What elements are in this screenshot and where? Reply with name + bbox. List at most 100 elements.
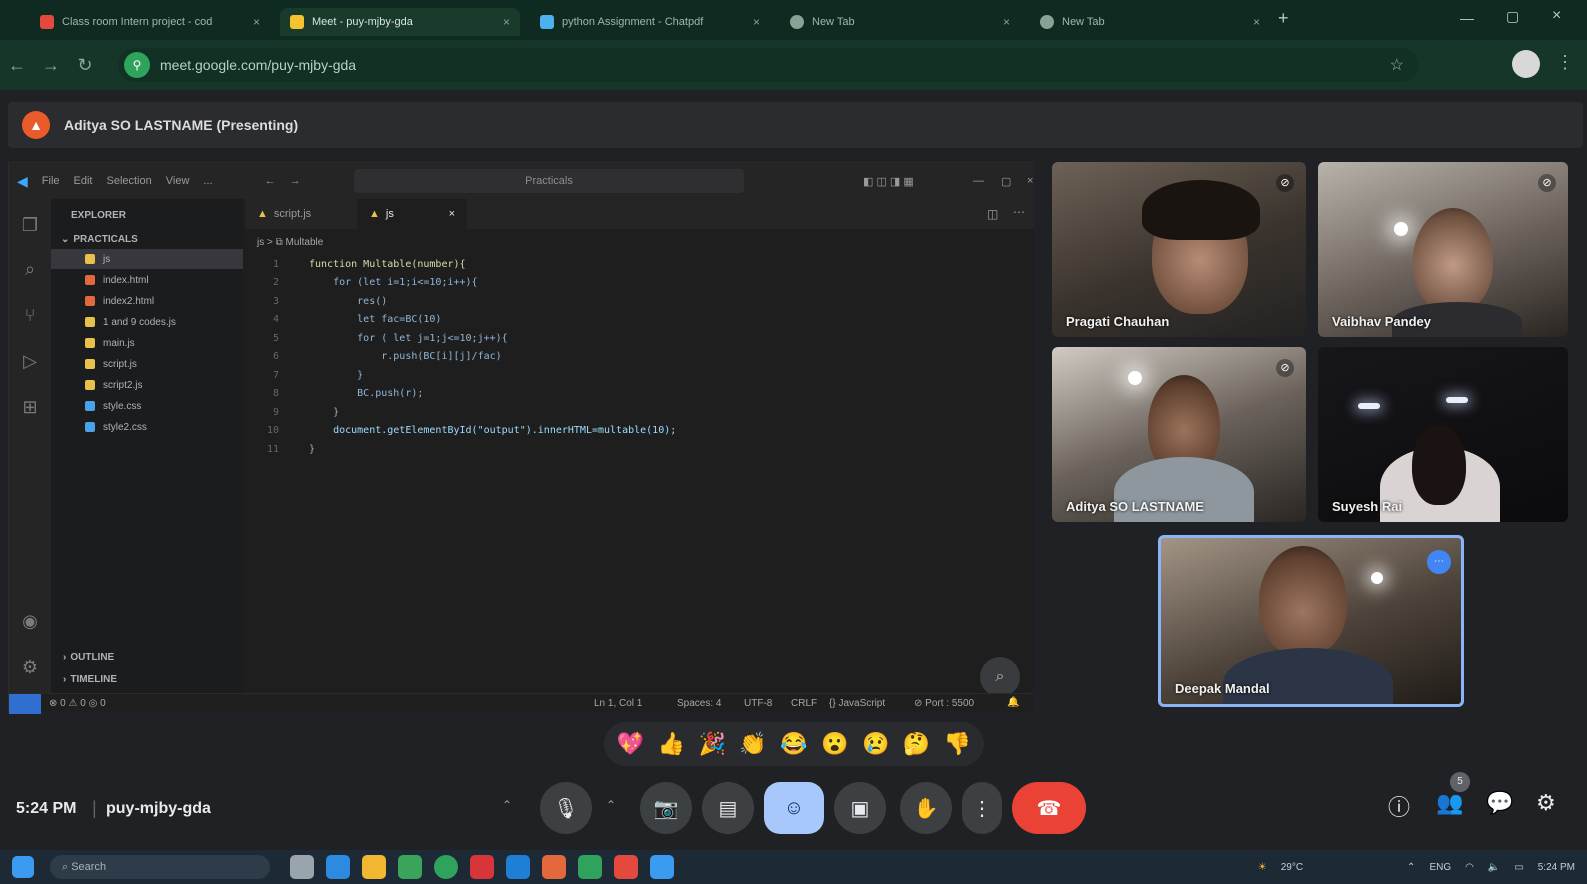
participant-tile-1[interactable]: ⊘ Pragati Chauhan <box>1052 162 1306 337</box>
reaction-clap[interactable]: 👏 <box>739 731 766 757</box>
browser-tab-4[interactable]: New Tab × <box>780 8 1020 36</box>
browser-tab-3[interactable]: python Assignment - Chatpdf × <box>530 8 770 36</box>
new-tab-button[interactable]: + <box>1278 8 1289 29</box>
reaction-sad[interactable]: 😢 <box>862 731 889 757</box>
menu-edit[interactable]: Edit <box>74 175 93 187</box>
app-icon[interactable] <box>470 855 494 879</box>
menu-file[interactable]: File <box>42 175 60 187</box>
menu-selection[interactable]: Selection <box>106 175 151 187</box>
people-icon[interactable]: 👥 <box>1436 790 1463 816</box>
explorer-file-item[interactable]: style2.css <box>51 417 243 437</box>
audio-options-chevron-icon[interactable]: ⌃ <box>502 798 512 812</box>
folder-practicals[interactable]: ⌄ PRACTICALS <box>51 229 243 249</box>
weather-icon[interactable]: ☀ <box>1258 862 1267 873</box>
code-line[interactable]: 5 for ( let j=1;j<=10;j++){ <box>245 329 1034 348</box>
language-mode[interactable]: {} JavaScript <box>829 698 885 709</box>
timeline-section[interactable]: › TIMELINE <box>51 669 243 689</box>
explorer-file-item[interactable]: script.js <box>51 354 243 374</box>
explorer-file-item[interactable]: js <box>51 249 243 269</box>
taskbar-search[interactable]: ⌕ Search <box>50 855 270 879</box>
browser-tab-5[interactable]: New Tab × <box>1030 8 1270 36</box>
close-icon[interactable]: × <box>1003 15 1010 29</box>
extensions-icon[interactable]: ⊞ <box>18 395 42 419</box>
explorer-icon[interactable]: ❐ <box>18 213 42 237</box>
menu-view[interactable]: View <box>166 175 190 187</box>
eol[interactable]: CRLF <box>791 698 817 709</box>
command-center-search[interactable]: Practicals <box>354 169 744 193</box>
code-line[interactable]: 6 r.push(BC[i][j]/fac) <box>245 348 1034 367</box>
raise-hand-button[interactable]: ✋ <box>900 782 952 834</box>
participant-tile-3[interactable]: ⊘ Aditya SO LASTNAME <box>1052 347 1306 522</box>
participant-tile-2[interactable]: ⊘ Vaibhav Pandey <box>1318 162 1568 337</box>
live-server-port[interactable]: ⊘ Port : 5500 <box>914 698 974 709</box>
explorer-file-item[interactable]: 1 and 9 codes.js <box>51 312 243 332</box>
explorer-file-item[interactable]: main.js <box>51 333 243 353</box>
site-info-icon[interactable]: ⚲ <box>124 52 150 78</box>
browser-tab-2[interactable]: Meet - puy-mjby-gda × <box>280 8 520 36</box>
reaction-heart[interactable]: 💖 <box>617 731 644 757</box>
reaction-thinking[interactable]: 🤔 <box>903 731 930 757</box>
tab-js[interactable]: ▲ js × <box>357 199 467 229</box>
microphone-button[interactable]: 🎙 <box>540 782 592 834</box>
file-explorer-icon[interactable] <box>362 855 386 879</box>
bookmark-star-icon[interactable]: ☆ <box>1390 55 1404 75</box>
vscode-icon[interactable] <box>506 855 530 879</box>
close-icon[interactable]: × <box>449 208 455 220</box>
meeting-details-icon[interactable]: ⓘ <box>1388 790 1410 822</box>
minimize-icon[interactable]: — <box>973 175 984 187</box>
app-icon[interactable] <box>542 855 566 879</box>
encoding[interactable]: UTF-8 <box>744 698 772 709</box>
url-text[interactable]: meet.google.com/puy-mjby-gda <box>160 57 356 73</box>
reaction-surprised[interactable]: 😮 <box>821 731 848 757</box>
volume-icon[interactable]: 🔈 <box>1488 862 1500 873</box>
remote-indicator[interactable] <box>9 694 41 714</box>
code-line[interactable]: 9 } <box>245 403 1034 422</box>
indent-spaces[interactable]: Spaces: 4 <box>677 698 721 709</box>
source-control-icon[interactable]: ⑂ <box>18 303 42 327</box>
split-editor-icon[interactable]: ◫ <box>987 207 998 221</box>
settings-gear-icon[interactable]: ⚙ <box>18 655 42 679</box>
reaction-thumbs-down[interactable]: 👎 <box>944 731 971 757</box>
more-actions-icon[interactable]: ⋯ <box>1013 205 1025 219</box>
browser-tab-1[interactable]: Class room Intern project - cod × <box>30 8 270 36</box>
reaction-thumbs-up[interactable]: 👍 <box>658 731 685 757</box>
maximize-icon[interactable]: ▢ <box>1001 175 1011 188</box>
close-icon[interactable]: × <box>503 15 510 29</box>
url-bar[interactable]: ⚲ meet.google.com/puy-mjby-gda ☆ <box>118 48 1418 82</box>
wifi-icon[interactable]: ◠ <box>1465 862 1474 873</box>
forward-icon[interactable]: → <box>34 55 68 76</box>
taskbar-clock[interactable]: 5:24 PM <box>1538 862 1575 873</box>
task-view-icon[interactable] <box>290 855 314 879</box>
code-line[interactable]: 2 for (let i=1;i<=10;i++){ <box>245 274 1034 293</box>
app-icon[interactable] <box>578 855 602 879</box>
app-icon[interactable] <box>614 855 638 879</box>
profile-avatar[interactable] <box>1512 50 1540 78</box>
camera-button[interactable]: 📷 <box>640 782 692 834</box>
code-line[interactable]: 11} <box>245 440 1034 459</box>
battery-icon[interactable]: ▭ <box>1514 862 1523 873</box>
reaction-laugh[interactable]: 😂 <box>780 731 807 757</box>
app-icon[interactable] <box>650 855 674 879</box>
code-line[interactable]: 7 } <box>245 366 1034 385</box>
present-screen-button[interactable]: ▣ <box>834 782 886 834</box>
search-icon[interactable]: ⌕ <box>18 257 42 281</box>
explorer-file-item[interactable]: script2.js <box>51 375 243 395</box>
minimize-icon[interactable]: — <box>1460 10 1474 26</box>
tray-chevron-icon[interactable]: ⌃ <box>1407 862 1415 873</box>
activities-icon[interactable]: ⚙ <box>1536 790 1556 816</box>
close-icon[interactable]: × <box>253 15 260 29</box>
more-options-button[interactable]: ⋮ <box>962 782 1002 834</box>
emoji-reactions-button[interactable]: ☺ <box>764 782 824 834</box>
menu-more[interactable]: ... <box>203 175 212 187</box>
layout-icons[interactable]: ◧ ◫ ◨ ▦ <box>863 175 914 188</box>
notifications-bell-icon[interactable]: 🔔 <box>1007 697 1019 708</box>
zoom-magnifier-icon[interactable]: ⌕ <box>980 657 1020 697</box>
account-icon[interactable]: ◉ <box>18 609 42 633</box>
close-icon[interactable]: × <box>1027 175 1033 187</box>
run-debug-icon[interactable]: ▷ <box>18 349 42 373</box>
participant-tile-4[interactable]: Suyesh Rai <box>1318 347 1568 522</box>
outline-section[interactable]: › OUTLINE <box>51 647 243 667</box>
browser-menu-icon[interactable]: ⋮ <box>1556 52 1574 73</box>
windows-start-icon[interactable] <box>12 856 34 878</box>
chat-icon[interactable]: 💬 <box>1486 790 1513 816</box>
